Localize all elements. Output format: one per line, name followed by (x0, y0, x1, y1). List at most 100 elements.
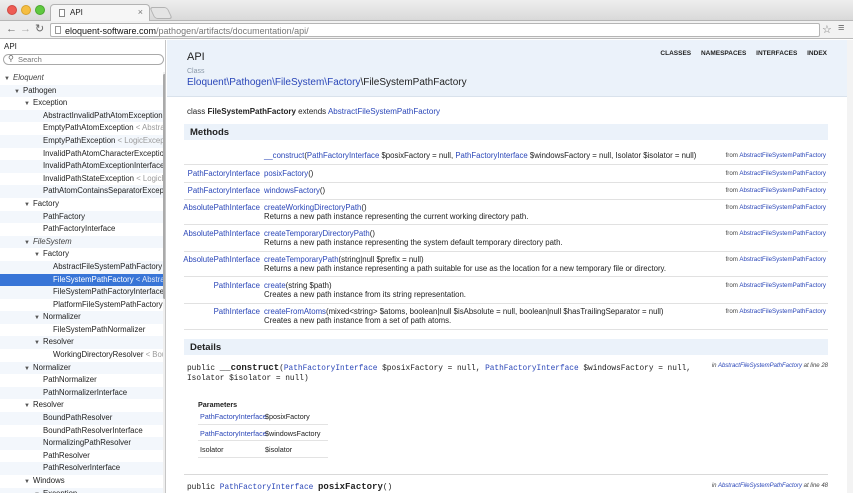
new-tab-button[interactable] (149, 7, 173, 19)
forward-arrow-icon[interactable]: → (20, 23, 31, 36)
tree-item[interactable]: PathNormalizerInterface (0, 386, 163, 400)
expand-toggle-icon[interactable]: ▼ (14, 86, 23, 98)
method-name-link[interactable]: create (264, 281, 286, 290)
expand-toggle-icon[interactable]: ▼ (24, 98, 33, 110)
tree-item[interactable]: AbstractFileSystemPathFactory (0, 260, 163, 274)
tree-item[interactable]: NormalizingPathResolver (0, 437, 163, 450)
tree-item[interactable]: ▼ Resolver (0, 336, 163, 350)
reload-icon[interactable]: ↻ (35, 23, 44, 36)
address-bar[interactable]: eloquent-software.com/pathogen/artifacts… (50, 23, 820, 37)
expand-toggle-icon[interactable]: ▼ (24, 400, 33, 412)
method-return-type-link[interactable]: AbsolutePathInterface (183, 203, 260, 212)
method-origin-link[interactable]: AbstractFileSystemPathFactory (739, 282, 826, 289)
tree-item[interactable]: EmptyPathAtomException < AbstractI (0, 122, 163, 135)
breadcrumb-namespace-link[interactable]: Eloquent\Pathogen\FileSystem\Factory (187, 77, 360, 88)
expand-toggle-icon[interactable]: ▼ (34, 337, 43, 349)
method-name-link[interactable]: createWorkingDirectoryPath (264, 203, 361, 212)
windows-factory-type-link[interactable]: PathFactoryInterface (485, 365, 579, 373)
tree-item[interactable]: PathAtomContainsSeparatorException (0, 185, 163, 198)
nav-namespaces-link[interactable]: NAMESPACES (701, 50, 746, 57)
method-origin-link[interactable]: AbstractFileSystemPathFactory (739, 204, 826, 211)
tree-item[interactable]: ▼ FileSystem (0, 235, 163, 249)
method-name-link[interactable]: windowsFactory (264, 186, 320, 195)
tree-item[interactable]: ▼Exception (0, 487, 163, 493)
method-name-link[interactable]: createTemporaryPath (264, 255, 339, 264)
expand-toggle-icon[interactable]: ▼ (34, 312, 43, 324)
tree-item[interactable]: ▼ Eloquent (0, 72, 163, 85)
nav-classes-link[interactable]: CLASSES (660, 50, 691, 57)
method-origin-link[interactable]: AbstractFileSystemPathFactory (739, 187, 826, 194)
parent-class-link[interactable]: AbstractFileSystemPathFactory (328, 107, 440, 116)
tree-item[interactable]: PlatformFileSystemPathFactory < A (0, 299, 163, 312)
method-return-type-link[interactable]: PathInterface (214, 307, 260, 316)
tree-item[interactable]: BoundPathResolverInterface (0, 425, 163, 438)
method-origin-link[interactable]: AbstractFileSystemPathFactory (739, 170, 826, 177)
tree-item[interactable]: InvalidPathAtomCharacterException < A (0, 148, 163, 161)
tree-item[interactable]: FileSystemPathFactoryInterface (0, 286, 163, 299)
method-name-link[interactable]: createFromAtoms (264, 307, 326, 316)
search-input[interactable] (18, 55, 158, 64)
url-text[interactable]: eloquent-software.com/pathogen/artifacts… (65, 26, 309, 36)
method-origin-link[interactable]: AbstractFileSystemPathFactory (739, 256, 826, 263)
tree-item[interactable]: ▼ Resolver (0, 399, 163, 412)
window-close-button[interactable] (7, 5, 17, 15)
nav-interfaces-link[interactable]: INTERFACES (756, 50, 797, 57)
expand-toggle-icon[interactable]: ▼ (24, 199, 33, 211)
tree-item[interactable]: ▼ Normalizer (0, 311, 163, 324)
window-minimize-button[interactable] (21, 5, 31, 15)
method-origin-link[interactable]: AbstractFileSystemPathFactory (739, 230, 826, 237)
tree-item[interactable]: ▼ Normalizer (0, 361, 163, 375)
expand-toggle-icon[interactable]: ▼ (24, 363, 33, 375)
tree-item[interactable]: PathFactory (0, 210, 163, 224)
tree-item[interactable]: PathResolver (0, 450, 163, 463)
expand-toggle-icon[interactable]: ▼ (24, 476, 33, 488)
back-arrow-icon[interactable]: ← (6, 23, 17, 36)
nav-index-link[interactable]: INDEX (807, 50, 827, 57)
tree-item[interactable]: FileSystemPathFactory < Abstract (0, 273, 163, 287)
tree-item[interactable]: InvalidPathStateException < LogicExc (0, 173, 163, 186)
tree-item[interactable]: ▼Exception (0, 97, 163, 110)
method-name-link[interactable]: posixFactory (264, 169, 308, 178)
posix-factory-type-link[interactable]: PathFactoryInterface (284, 365, 378, 373)
expand-toggle-icon[interactable]: ▼ (34, 249, 43, 261)
method-return-type-link[interactable]: AbsolutePathInterface (183, 255, 260, 264)
main-scrollbar[interactable] (847, 40, 853, 493)
method-return-type-link[interactable]: PathInterface (214, 281, 260, 290)
method-return-type-link[interactable]: PathFactoryInterface (188, 169, 260, 178)
search-box[interactable]: ⚲ (3, 54, 164, 65)
tree-item[interactable]: WorkingDirectoryResolver < Bound (0, 349, 163, 362)
sidebar-scrollbar[interactable] (163, 72, 165, 493)
tree-item[interactable]: ▼ Factory (0, 248, 163, 261)
source-class-link[interactable]: AbstractFileSystemPathFactory (718, 483, 802, 489)
tree-item[interactable]: EmptyPathException < LogicExcepti (0, 134, 163, 148)
tree-item[interactable]: PathNormalizer (0, 374, 163, 387)
menu-icon[interactable]: ≡ (838, 22, 844, 34)
close-icon[interactable]: × (138, 7, 143, 17)
parameter-type[interactable]: PathFactoryInterface (200, 412, 267, 421)
tree-item[interactable]: FileSystemPathNormalizer (0, 324, 163, 337)
tree-item[interactable]: ▼ Windows (0, 475, 163, 488)
method-origin-link[interactable]: AbstractFileSystemPathFactory (739, 308, 826, 315)
browser-tab[interactable]: API × (50, 4, 150, 21)
tree-item[interactable]: PathResolverInterface (0, 462, 163, 475)
method-return-type-link[interactable]: PathFactoryInterface (188, 186, 260, 195)
window-maximize-button[interactable] (35, 5, 45, 15)
method-name-link[interactable]: __construct (264, 151, 304, 160)
tree-item[interactable]: ▼ Pathogen (0, 84, 163, 98)
source-class-link[interactable]: AbstractFileSystemPathFactory (718, 363, 802, 369)
star-icon[interactable]: ☆ (822, 23, 832, 36)
expand-toggle-icon[interactable]: ▼ (4, 73, 13, 85)
parameter-type[interactable]: PathFactoryInterface (200, 429, 267, 438)
scrollbar-thumb[interactable] (163, 74, 165, 299)
posix-return-type-link[interactable]: PathFactoryInterface (220, 484, 314, 492)
tree-item[interactable]: PathFactoryInterface (0, 223, 163, 236)
method-return-type-link[interactable]: AbsolutePathInterface (183, 229, 260, 238)
expand-toggle-icon[interactable]: ▼ (34, 489, 43, 493)
tree-item[interactable]: BoundPathResolver (0, 412, 163, 425)
method-name-link[interactable]: createTemporaryDirectoryPath (264, 229, 370, 238)
method-origin-link[interactable]: AbstractFileSystemPathFactory (739, 152, 826, 159)
tree-item[interactable]: InvalidPathAtomExceptionInterface (0, 160, 163, 173)
tree-item[interactable]: AbstractInvalidPathAtomException < Inval (0, 109, 163, 123)
tree-item[interactable]: ▼ Factory (0, 198, 163, 211)
expand-toggle-icon[interactable]: ▼ (24, 237, 33, 249)
